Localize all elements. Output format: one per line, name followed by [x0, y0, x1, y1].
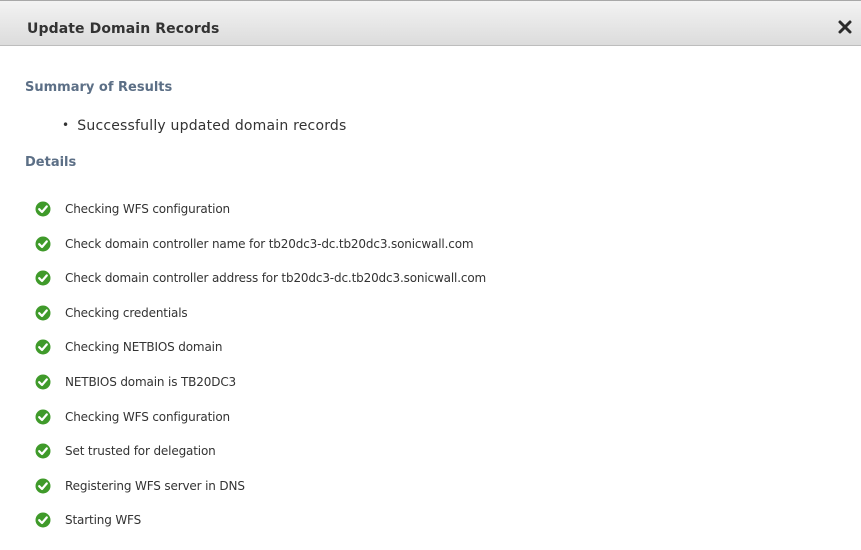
check-circle-icon [35, 409, 51, 425]
detail-item-text: Registering WFS server in DNS [65, 478, 245, 493]
summary-heading: Summary of Results [25, 80, 173, 95]
summary-item: • Successfully updated domain records [62, 118, 347, 134]
detail-item: Check domain controller address for tb20… [35, 269, 486, 304]
detail-item: Starting WFS [35, 511, 486, 546]
detail-item-text: NETBIOS domain is TB20DC3 [65, 374, 237, 389]
detail-item: Checking NETBIOS domain [35, 338, 486, 373]
detail-item: Set trusted for delegation [35, 442, 486, 477]
detail-item: NETBIOS domain is TB20DC3 [35, 373, 486, 408]
detail-item-text: Checking NETBIOS domain [65, 340, 223, 355]
detail-item-text: Check domain controller name for tb20dc3… [65, 236, 474, 251]
details-heading: Details [25, 155, 77, 170]
detail-item-text: Checking WFS configuration [65, 202, 230, 216]
details-list: Checking WFS configuration Check domain … [35, 200, 486, 546]
check-circle-icon [35, 201, 51, 217]
update-domain-records-dialog: Update Domain Records Summary of Results… [0, 0, 861, 550]
check-circle-icon [35, 305, 51, 321]
detail-item-text: Check domain controller address for tb20… [65, 271, 487, 286]
check-circle-icon [35, 478, 51, 494]
check-circle-icon [35, 512, 51, 528]
detail-item: Checking WFS configuration [35, 200, 486, 235]
summary-item-text: Successfully updated domain records [77, 118, 347, 134]
bullet-icon: • [62, 118, 70, 132]
check-circle-icon [35, 236, 51, 252]
dialog-title-bar: Update Domain Records [0, 1, 861, 46]
detail-item: Checking credentials [35, 304, 486, 339]
detail-item: Checking WFS configuration [35, 408, 486, 443]
dialog-title: Update Domain Records [27, 21, 220, 37]
detail-item-text: Checking WFS configuration [65, 409, 230, 424]
check-circle-icon [35, 443, 51, 459]
close-icon[interactable] [837, 19, 853, 35]
detail-item: Registering WFS server in DNS [35, 477, 486, 512]
detail-item: Check domain controller name for tb20dc3… [35, 235, 486, 270]
check-circle-icon [35, 374, 51, 390]
check-circle-icon [35, 339, 51, 355]
check-circle-icon [35, 270, 51, 286]
detail-item-text: Set trusted for delegation [65, 444, 216, 459]
detail-item-text: Starting WFS [65, 513, 142, 528]
summary-list: • Successfully updated domain records [62, 118, 347, 134]
detail-item-text: Checking credentials [65, 305, 188, 320]
